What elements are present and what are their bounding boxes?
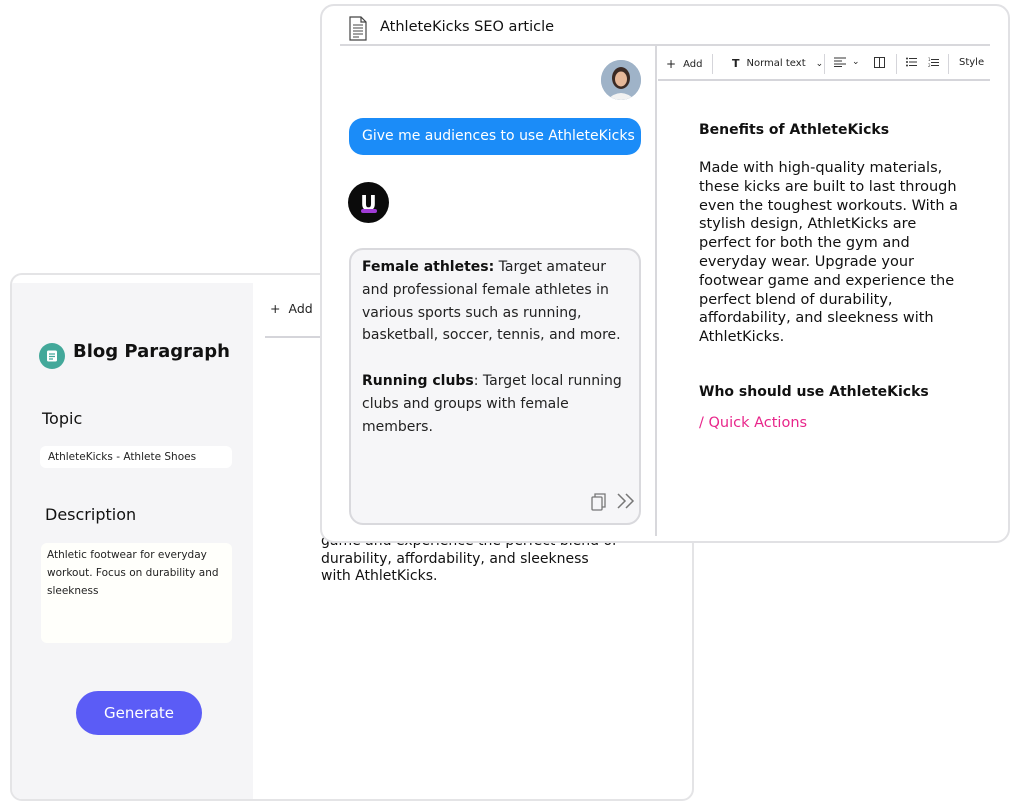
assistant-logo: U	[348, 182, 389, 223]
columns-button[interactable]	[874, 57, 885, 68]
svg-text:1: 1	[928, 57, 931, 62]
description-textarea[interactable]: Athletic footwear for everyday workout. …	[41, 543, 232, 643]
quick-actions-link[interactable]: / Quick Actions	[699, 415, 807, 431]
text-style-dropdown[interactable]: T Normal text ⌄	[732, 57, 823, 70]
toolbar-separator	[824, 54, 825, 74]
double-chevron-right-icon[interactable]	[616, 492, 636, 514]
plus-icon: +	[666, 57, 677, 71]
response-item-running-clubs: Running clubs: Target local running club…	[362, 370, 630, 438]
align-dropdown[interactable]: ⌄	[834, 57, 860, 67]
plus-icon: +	[270, 301, 281, 316]
document-title: AthleteKicks SEO article	[380, 19, 555, 35]
style-button[interactable]: Style	[959, 57, 984, 68]
add-button[interactable]: + Add	[270, 301, 313, 316]
logo-accent-bar	[361, 209, 377, 213]
blog-sidebar: Blog Paragraph Topic AthleteKicks - Athl…	[12, 283, 253, 799]
assistant-response-card: Female athletes: Target amateur and prof…	[349, 248, 641, 525]
chevron-down-icon: ⌄	[815, 58, 824, 69]
notepad-icon	[39, 343, 65, 369]
heading-benefits: Benefits of AthleteKicks	[699, 122, 890, 138]
numbered-list-icon: 12	[928, 57, 939, 68]
response-item-title: Female athletes:	[362, 259, 495, 275]
response-item-title: Running clubs	[362, 373, 474, 389]
numbered-list-button[interactable]: 12	[928, 57, 939, 68]
benefits-paragraph[interactable]: Made with high-quality materials, these …	[699, 159, 959, 347]
columns-icon	[874, 57, 885, 68]
title-divider	[340, 44, 990, 46]
blog-title: Blog Paragraph	[73, 341, 230, 362]
toolbar-separator	[712, 54, 713, 74]
svg-text:2: 2	[928, 63, 931, 68]
pane-divider	[655, 46, 657, 536]
description-label: Description	[45, 505, 137, 524]
heading-who-should-use: Who should use AthleteKicks	[699, 384, 929, 400]
bullet-list-icon	[906, 57, 917, 67]
response-item-female-athletes: Female athletes: Target amateur and prof…	[362, 256, 630, 347]
toolbar-separator	[948, 54, 949, 74]
toolbar-bottom-divider	[658, 79, 990, 81]
text-style-label: Normal text	[746, 58, 806, 69]
topic-label: Topic	[42, 409, 83, 428]
align-left-icon	[834, 57, 846, 67]
chevron-down-icon: ⌄	[852, 57, 860, 67]
copy-icon[interactable]	[591, 493, 607, 515]
toolbar-add-label: Add	[683, 58, 703, 70]
topic-input[interactable]: AthleteKicks - Athlete Shoes	[40, 446, 232, 468]
bullet-list-button[interactable]	[906, 57, 917, 67]
text-format-icon: T	[732, 57, 740, 70]
seo-article-window: AthleteKicks SEO article Give me audienc…	[320, 4, 1010, 543]
user-message-bubble: Give me audiences to use AthleteKicks	[349, 118, 641, 155]
document-icon	[348, 16, 368, 46]
toolbar-add-button[interactable]: + Add	[666, 57, 702, 71]
toolbar-separator	[896, 54, 897, 74]
generate-button[interactable]: Generate	[76, 691, 202, 735]
user-avatar	[601, 60, 641, 100]
add-label: Add	[288, 301, 313, 316]
